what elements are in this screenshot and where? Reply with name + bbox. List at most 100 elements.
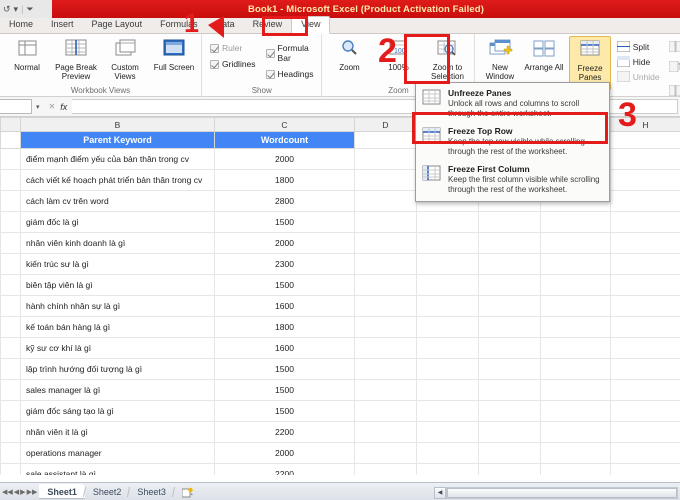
cell-d1[interactable] bbox=[354, 131, 417, 149]
row-cell-f[interactable] bbox=[478, 379, 541, 401]
row-cell-d[interactable] bbox=[354, 169, 417, 191]
row-cell-wordcount[interactable]: 1500 bbox=[214, 211, 355, 233]
row-cell-keyword[interactable]: điểm mạnh điểm yếu của bản thân trong cv bbox=[20, 148, 215, 170]
row-cell-f[interactable] bbox=[478, 211, 541, 233]
column-header-a[interactable]: A bbox=[0, 117, 21, 132]
row-cell-h[interactable] bbox=[610, 442, 680, 464]
row-cell-e[interactable] bbox=[416, 232, 479, 254]
row-cell-d[interactable] bbox=[354, 400, 417, 422]
row-cell-keyword[interactable]: cách làm cv trên word bbox=[20, 190, 215, 212]
quick-access-toolbar[interactable]: ↺ ▾ | ⏷ bbox=[0, 4, 34, 14]
row-cell-h[interactable] bbox=[610, 169, 680, 191]
table-row[interactable]: kỹ sư cơ khí là gì 1600 bbox=[0, 337, 680, 359]
row-cell-wordcount[interactable]: 1500 bbox=[214, 379, 355, 401]
row-cell-h[interactable] bbox=[610, 148, 680, 170]
row-cell-keyword[interactable]: hành chính nhân sự là gì bbox=[20, 295, 215, 317]
checkbox-headings[interactable]: Headings bbox=[265, 69, 313, 79]
row-cell-h[interactable] bbox=[610, 190, 680, 212]
row-cell-d[interactable] bbox=[354, 379, 417, 401]
normal-view-button[interactable]: Normal bbox=[4, 36, 50, 72]
row-cell-keyword[interactable]: operations manager bbox=[20, 442, 215, 464]
row-cell-d[interactable] bbox=[354, 274, 417, 296]
row-cell-g[interactable] bbox=[540, 316, 611, 338]
column-header-b[interactable]: B bbox=[20, 117, 215, 132]
row-cell-a[interactable] bbox=[0, 169, 21, 191]
row-cell-d[interactable] bbox=[354, 211, 417, 233]
horizontal-scrollbar[interactable]: ◀ bbox=[434, 486, 678, 499]
row-cell-h[interactable] bbox=[610, 358, 680, 380]
row-cell-wordcount[interactable]: 2000 bbox=[214, 442, 355, 464]
zoom-to-selection-button[interactable]: Zoom to Selection bbox=[424, 36, 470, 81]
synchronous-scrolling-button[interactable]: Synchronous Scrolling bbox=[668, 56, 680, 76]
row-cell-e[interactable] bbox=[416, 295, 479, 317]
insert-sheet-icon[interactable] bbox=[174, 484, 202, 499]
sheet-tab-sheet1[interactable]: Sheet1 bbox=[39, 484, 85, 499]
row-cell-keyword[interactable]: giám đốc sáng tạo là gì bbox=[20, 400, 215, 422]
row-cell-keyword[interactable]: cách viết kế hoạch phát triển bản thân t… bbox=[20, 169, 215, 191]
row-cell-g[interactable] bbox=[540, 379, 611, 401]
row-cell-a[interactable] bbox=[0, 148, 21, 170]
horizontal-scroll-thumb[interactable] bbox=[447, 487, 677, 498]
nav-last-sheet-icon[interactable]: ▶▶ bbox=[27, 488, 38, 496]
row-cell-g[interactable] bbox=[540, 442, 611, 464]
row-cell-d[interactable] bbox=[354, 232, 417, 254]
new-window-button[interactable]: New Window bbox=[479, 36, 520, 81]
tab-view[interactable]: View bbox=[291, 16, 331, 34]
row-cell-g[interactable] bbox=[540, 400, 611, 422]
row-cell-d[interactable] bbox=[354, 253, 417, 275]
row-cell-f[interactable] bbox=[478, 316, 541, 338]
row-cell-a[interactable] bbox=[0, 379, 21, 401]
row-cell-e[interactable] bbox=[416, 316, 479, 338]
sheet-tab-sheet2[interactable]: Sheet2 bbox=[85, 484, 130, 499]
row-cell-e[interactable] bbox=[416, 211, 479, 233]
table-row[interactable]: hành chính nhân sự là gì 1600 bbox=[0, 295, 680, 317]
menu-item-freeze-top-row[interactable]: Freeze Top Row Keep the top row visible … bbox=[416, 123, 609, 161]
name-box-dropdown-icon[interactable]: ▾ bbox=[32, 103, 44, 111]
scroll-left-button[interactable]: ◀ bbox=[434, 486, 446, 499]
name-box[interactable] bbox=[0, 99, 32, 114]
row-cell-keyword[interactable]: giám đốc là gì bbox=[20, 211, 215, 233]
row-cell-h[interactable] bbox=[610, 337, 680, 359]
cell-h1[interactable] bbox=[610, 131, 680, 149]
full-screen-button[interactable]: Full Screen bbox=[151, 36, 197, 72]
row-cell-wordcount[interactable]: 2000 bbox=[214, 148, 355, 170]
hide-button[interactable]: Hide bbox=[616, 55, 660, 68]
row-cell-f[interactable] bbox=[478, 358, 541, 380]
custom-views-button[interactable]: Custom Views bbox=[102, 36, 148, 81]
row-cell-wordcount[interactable]: 2800 bbox=[214, 190, 355, 212]
row-cell-wordcount[interactable]: 1600 bbox=[214, 337, 355, 359]
row-cell-keyword[interactable]: sales manager là gì bbox=[20, 379, 215, 401]
row-cell-a[interactable] bbox=[0, 274, 21, 296]
row-cell-g[interactable] bbox=[540, 337, 611, 359]
tab-page-layout[interactable]: Page Layout bbox=[83, 17, 152, 33]
menu-item-unfreeze-panes[interactable]: Unfreeze Panes Unlock all rows and colum… bbox=[416, 85, 609, 123]
checkbox-ruler[interactable]: Ruler bbox=[210, 43, 256, 53]
split-button[interactable]: Split bbox=[616, 40, 660, 53]
row-cell-f[interactable] bbox=[478, 421, 541, 443]
row-cell-g[interactable] bbox=[540, 274, 611, 296]
undo-dropdown-icon[interactable]: ▾ bbox=[14, 4, 19, 14]
row-cell-g[interactable] bbox=[540, 232, 611, 254]
row-cell-f[interactable] bbox=[478, 274, 541, 296]
row-cell-keyword[interactable]: lập trình hướng đối tượng là gì bbox=[20, 358, 215, 380]
row-cell-e[interactable] bbox=[416, 463, 479, 475]
cell-b1-parent-keyword[interactable]: Parent Keyword bbox=[20, 131, 215, 149]
table-row[interactable]: nhân viên kinh doanh là gì 2000 bbox=[0, 232, 680, 254]
checkbox-formula-bar[interactable]: Formula Bar bbox=[265, 43, 314, 63]
row-cell-f[interactable] bbox=[478, 442, 541, 464]
undo-icon[interactable]: ↺ bbox=[3, 4, 11, 14]
row-cell-d[interactable] bbox=[354, 295, 417, 317]
row-cell-a[interactable] bbox=[0, 463, 21, 475]
ribbon-tab-strip[interactable]: Home Insert Page Layout Formulas Data Re… bbox=[0, 16, 680, 34]
row-cell-e[interactable] bbox=[416, 400, 479, 422]
row-cell-a[interactable] bbox=[0, 442, 21, 464]
row-cell-g[interactable] bbox=[540, 421, 611, 443]
column-header-c[interactable]: C bbox=[214, 117, 355, 132]
row-cell-a[interactable] bbox=[0, 316, 21, 338]
row-cell-wordcount[interactable]: 1600 bbox=[214, 295, 355, 317]
zoom-100-button[interactable]: 100 100% bbox=[375, 36, 421, 72]
table-row[interactable]: nhân viên it là gì 2200 bbox=[0, 421, 680, 443]
row-cell-h[interactable] bbox=[610, 232, 680, 254]
row-cell-a[interactable] bbox=[0, 337, 21, 359]
gridlines-checkbox-box[interactable] bbox=[210, 59, 219, 69]
